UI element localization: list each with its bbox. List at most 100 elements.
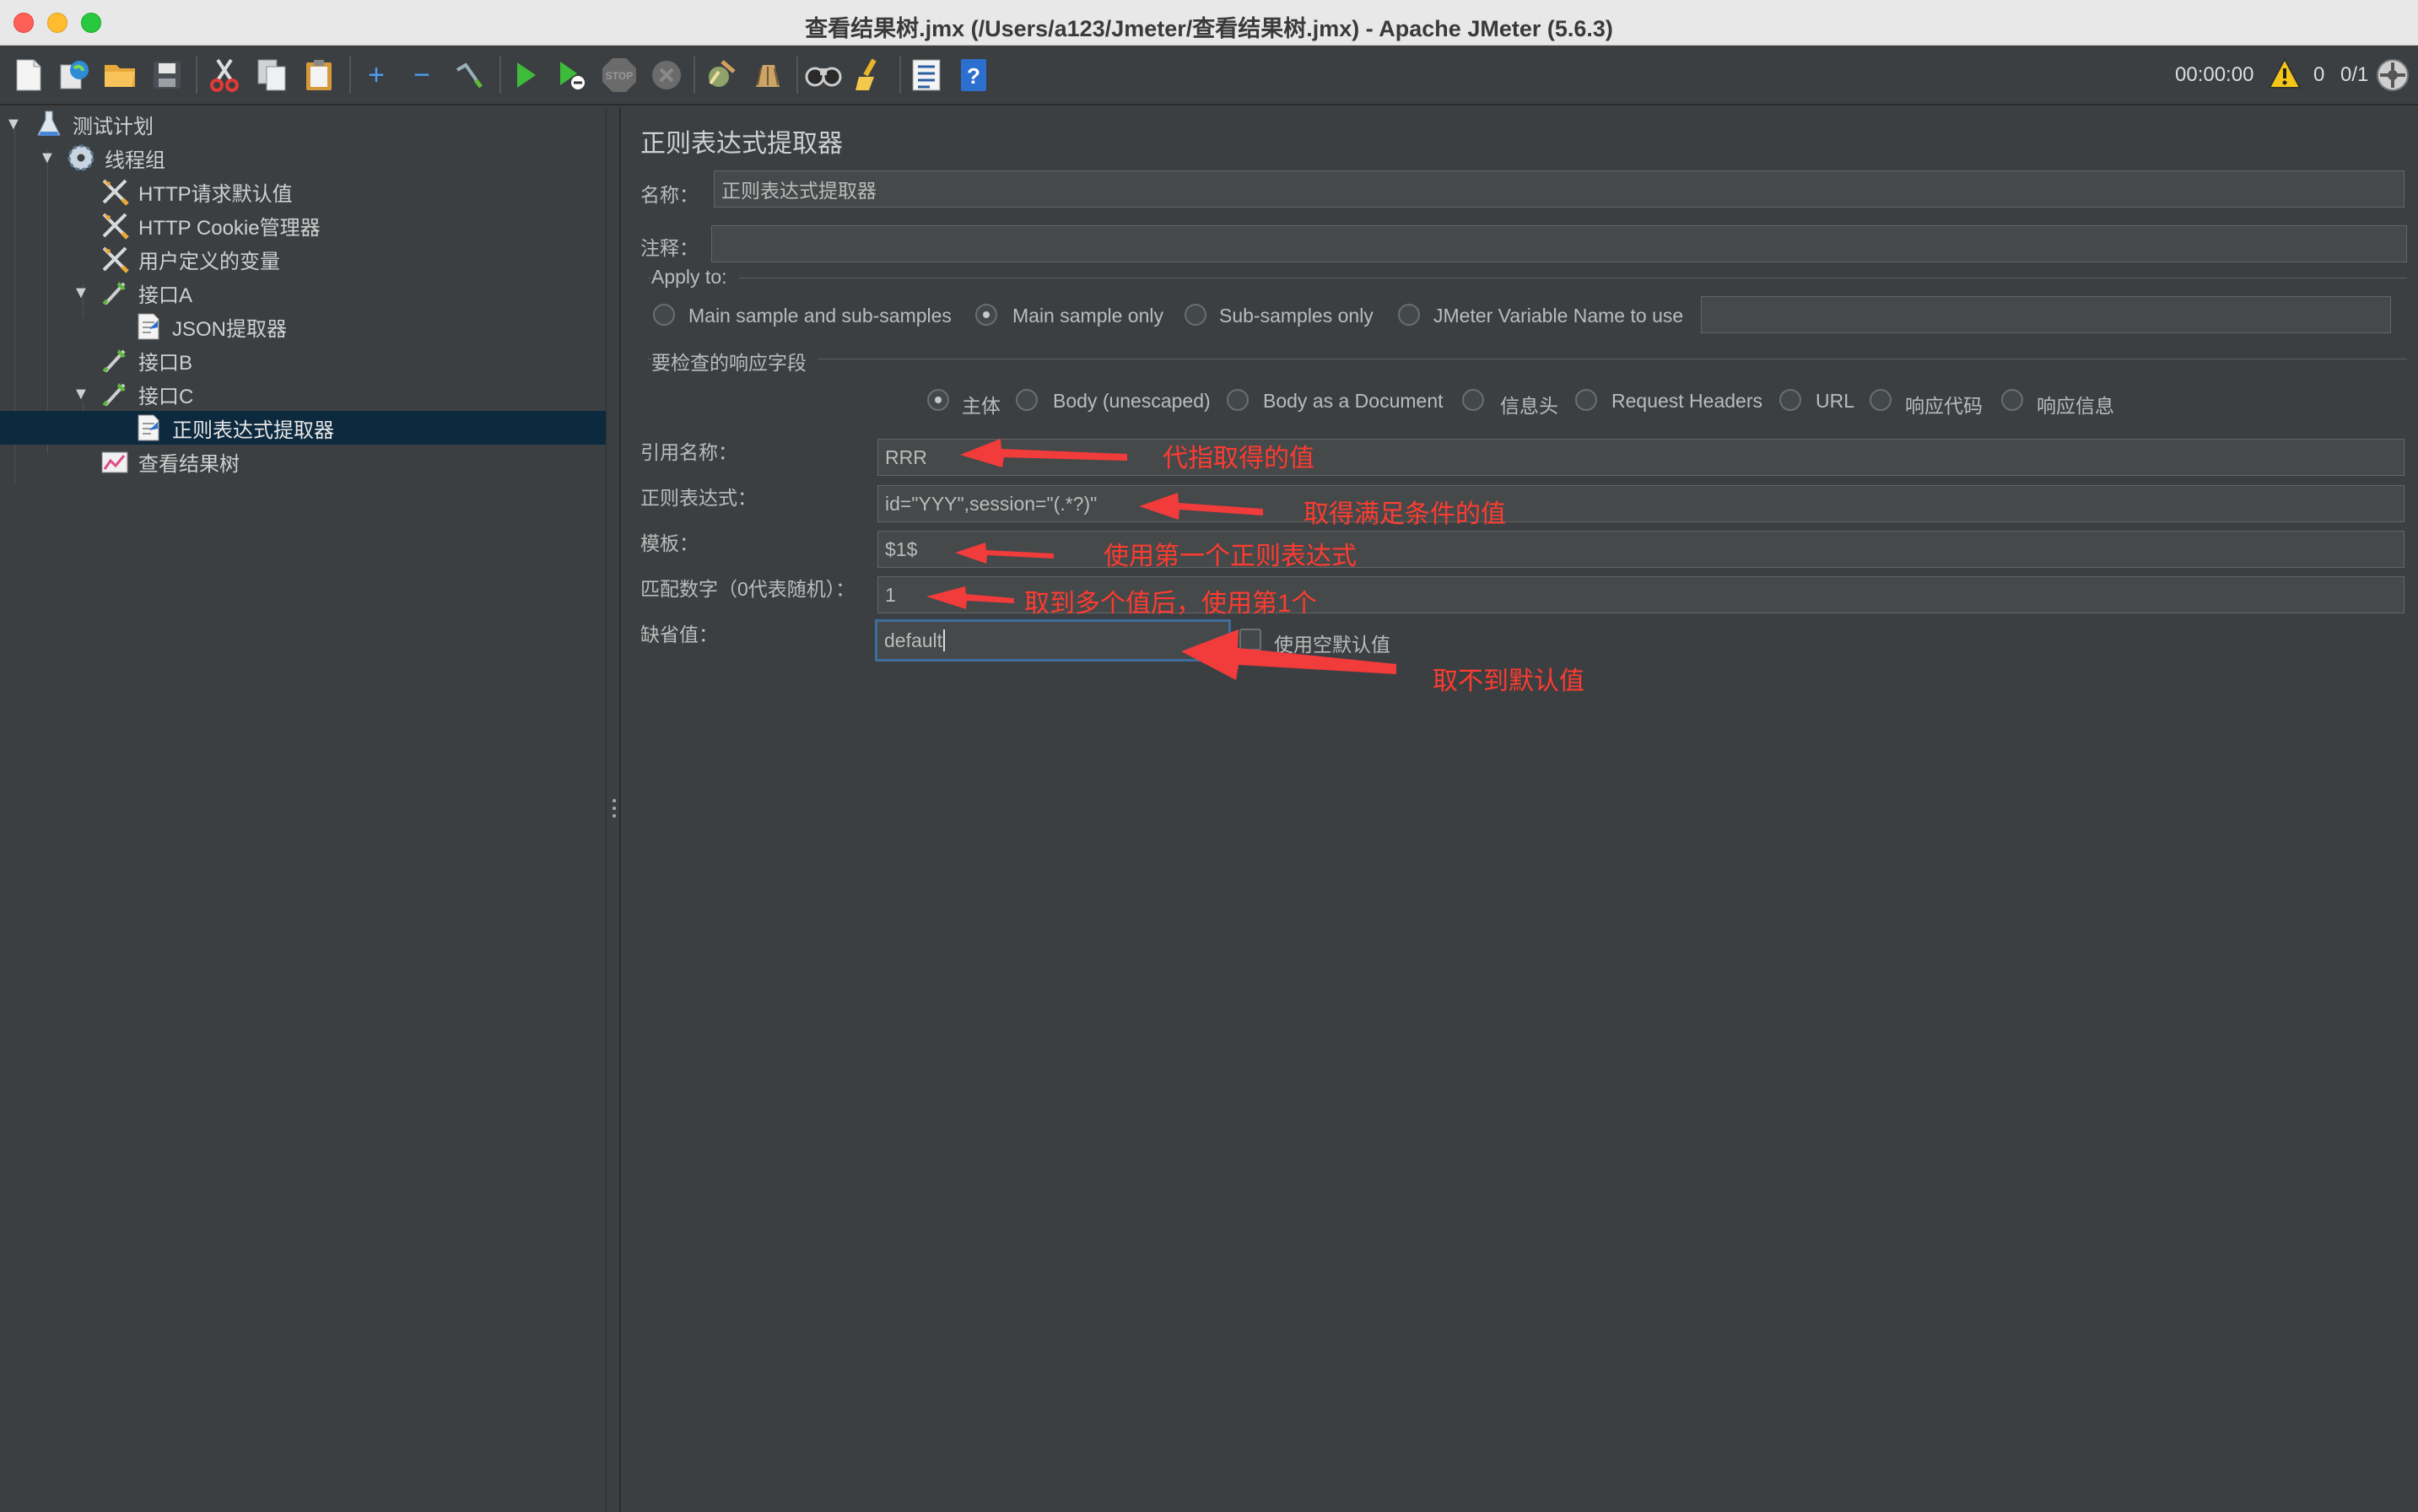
radio-label: URL	[1816, 390, 1855, 412]
tree-item-label: 查看结果树	[138, 452, 240, 476]
comment-label: 注释：	[640, 237, 699, 259]
tree-item-label: 接口C	[138, 385, 194, 408]
use-empty-default-label: 使用空默认值	[1274, 634, 1390, 656]
tree-item-user-defined-variables[interactable]: 用户定义的变量	[0, 242, 606, 276]
jmeter-variable-name-field[interactable]	[1701, 296, 2391, 333]
radio-response-message[interactable]	[2001, 389, 2023, 411]
radio-body[interactable]	[927, 389, 949, 411]
panel-title: 正则表达式提取器	[640, 130, 843, 158]
radio-sub-samples-only[interactable]	[1185, 304, 1206, 326]
name-label: 名称：	[640, 184, 699, 206]
save-icon[interactable]	[148, 57, 186, 94]
sampler-icon	[100, 278, 130, 308]
window-title: 查看结果树.jmx (/Users/a123/Jmeter/查看结果树.jmx)…	[805, 16, 1613, 41]
help-icon[interactable]: ?	[955, 57, 992, 94]
reference-name-field[interactable]: RRR	[877, 439, 2405, 476]
shutdown-icon[interactable]	[648, 57, 685, 94]
warning-icon[interactable]	[2266, 55, 2303, 92]
templates-icon[interactable]	[56, 57, 93, 94]
stop-icon[interactable]: STOP	[601, 57, 638, 94]
match-number-label: 匹配数字（0代表随机）：	[640, 578, 855, 600]
sampler-icon	[100, 345, 130, 375]
tree-item-http-cookie-manager[interactable]: HTTP Cookie管理器	[0, 208, 606, 242]
clear-icon[interactable]	[702, 57, 739, 94]
config-element-icon	[100, 176, 130, 207]
expand-toggle-icon[interactable]: ▼	[73, 385, 89, 404]
radio-url[interactable]	[1779, 389, 1801, 411]
paste-icon[interactable]	[300, 57, 337, 94]
reset-search-icon[interactable]	[852, 57, 889, 94]
regex-label: 正则表达式：	[640, 487, 757, 509]
tree-item-label: 测试计划	[73, 115, 154, 138]
tree-item-label: 用户定义的变量	[138, 250, 280, 273]
default-value-field[interactable]: default	[875, 619, 1231, 662]
test-plan-icon	[34, 109, 64, 139]
svg-text:STOP: STOP	[606, 70, 633, 82]
radio-label: 信息头	[1500, 395, 1558, 417]
reference-name-label: 引用名称：	[640, 441, 737, 463]
regex-extractor-panel: 正则表达式提取器 名称： 正则表达式提取器 注释： Apply to: Main…	[623, 107, 2418, 1512]
toolbar: + − STOP ? 00:00:00 0 0/1	[0, 46, 2418, 105]
tree-item-json-extractor[interactable]: JSON提取器	[0, 310, 606, 343]
text-caret	[943, 629, 946, 651]
tree-item-interface-c[interactable]: ▼ 接口C	[0, 377, 606, 411]
tree-item-label: JSON提取器	[172, 317, 288, 341]
expand-toggle-icon[interactable]: ▼	[5, 115, 22, 134]
config-element-icon	[100, 244, 130, 274]
thread-group-icon	[66, 143, 96, 173]
start-no-pauses-icon[interactable]	[553, 57, 591, 94]
radio-label: Request Headers	[1611, 390, 1762, 412]
radio-request-headers[interactable]	[1575, 389, 1597, 411]
radio-label: 响应代码	[1905, 395, 1983, 417]
split-pane-divider[interactable]	[606, 107, 621, 1512]
tree-item-view-results-tree[interactable]: 查看结果树	[0, 445, 606, 478]
comment-field[interactable]	[711, 225, 2407, 262]
radio-main-and-sub-samples[interactable]	[653, 304, 675, 326]
tree-item-interface-a[interactable]: ▼ 接口A	[0, 276, 606, 310]
remote-status-icon[interactable]	[2374, 57, 2411, 94]
use-empty-default-checkbox[interactable]	[1239, 629, 1261, 651]
radio-label: Sub-samples only	[1219, 305, 1374, 327]
new-icon[interactable]	[10, 57, 47, 94]
tree-item-http-defaults[interactable]: HTTP请求默认值	[0, 175, 606, 208]
start-icon[interactable]	[508, 57, 545, 94]
tree-item-label: 正则表达式提取器	[172, 418, 334, 442]
tree-item-interface-b[interactable]: 接口B	[0, 343, 606, 377]
tree-item-test-plan[interactable]: ▼ 测试计划	[0, 107, 606, 141]
expand-toggle-icon[interactable]: ▼	[39, 148, 56, 168]
template-label: 模板：	[640, 532, 699, 554]
elapsed-time: 00:00:00	[2175, 63, 2254, 86]
radio-response-code[interactable]	[1870, 389, 1892, 411]
tree-item-label: 接口B	[138, 351, 193, 375]
function-helper-icon[interactable]	[908, 57, 945, 94]
radio-label: Main sample and sub-samples	[688, 305, 952, 327]
post-processor-icon	[133, 413, 164, 443]
tree-item-regex-extractor[interactable]: 正则表达式提取器	[0, 411, 606, 445]
toggle-icon[interactable]	[451, 57, 488, 94]
annotation-default-value: 取不到默认值	[1433, 667, 1584, 695]
regex-field[interactable]: id="YYY",session="(.*?)"	[877, 485, 2405, 522]
radio-headers[interactable]	[1462, 389, 1484, 411]
name-field[interactable]: 正则表达式提取器	[714, 170, 2405, 208]
radio-label: Body as a Document	[1263, 390, 1444, 412]
config-element-icon	[100, 210, 130, 240]
annotation-match-number: 取到多个值后，使用第1个	[1024, 590, 1317, 618]
warning-count: 0	[2313, 63, 2325, 86]
post-processor-icon	[133, 311, 164, 342]
expand-toggle-icon[interactable]: ▼	[73, 284, 89, 303]
cut-icon[interactable]	[206, 57, 243, 94]
expand-icon[interactable]: +	[358, 57, 395, 94]
copy-icon[interactable]	[253, 57, 290, 94]
clear-all-icon[interactable]	[749, 57, 786, 94]
tree-item-thread-group[interactable]: ▼ 线程组	[0, 141, 606, 175]
apply-to-legend: Apply to:	[651, 266, 727, 288]
svg-text:?: ?	[967, 63, 980, 89]
open-icon[interactable]	[101, 57, 138, 94]
default-value-text: default	[884, 629, 943, 651]
radio-main-sample-only[interactable]	[975, 304, 997, 326]
search-icon[interactable]	[805, 57, 842, 94]
collapse-icon[interactable]: −	[403, 57, 440, 94]
radio-body-unescaped[interactable]	[1016, 389, 1038, 411]
radio-jmeter-variable[interactable]	[1398, 304, 1420, 326]
radio-body-as-document[interactable]	[1227, 389, 1249, 411]
